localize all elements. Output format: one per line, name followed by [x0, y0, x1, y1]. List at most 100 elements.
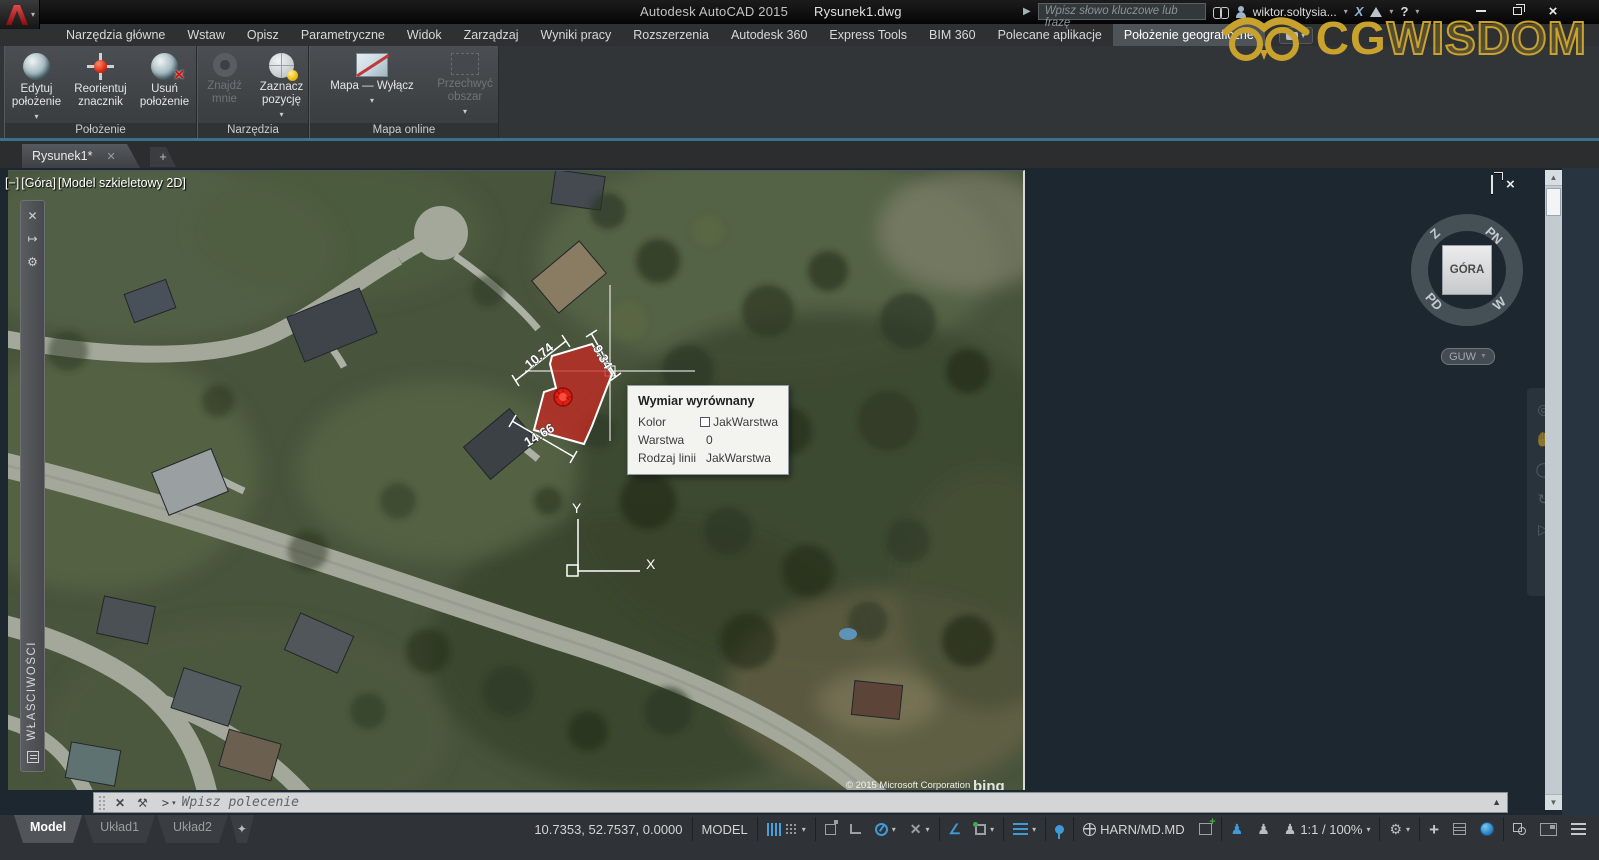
pond: [839, 628, 857, 640]
tab-autodesk-360[interactable]: Autodesk 360: [720, 24, 818, 46]
palette-title: WŁAŚCIWOŚCI: [26, 641, 38, 741]
grid-display-toggle[interactable]: ▾: [760, 818, 813, 840]
exchange-apps-icon[interactable]: X: [1355, 4, 1364, 19]
lineweight-icon: [1013, 823, 1028, 835]
command-line[interactable]: ✕ ⚒ > ▾ Wpisz polecenie ▲: [93, 792, 1508, 813]
tab-polozenie-geograficzne[interactable]: Położenie geograficzne: [1113, 24, 1265, 46]
tab-zarzadzaj[interactable]: Zarządzaj: [453, 24, 530, 46]
isolate-objects-button[interactable]: [1506, 818, 1533, 840]
graphics-performance-toggle[interactable]: [1473, 818, 1501, 840]
vertical-scrollbar[interactable]: ▲ ▼: [1545, 170, 1562, 810]
clean-screen-button[interactable]: [1533, 818, 1564, 840]
mark-position-button[interactable]: Zaznacz pozycję▾: [255, 50, 308, 123]
drawing-tab[interactable]: Rysunek1*✕: [22, 144, 140, 168]
new-layout-button[interactable]: ✦: [230, 815, 254, 843]
application-menu-button[interactable]: ▾: [0, 0, 40, 29]
polar-tracking-toggle[interactable]: ▾: [868, 818, 903, 840]
edit-location-button[interactable]: Edytuj położenie▾: [7, 50, 67, 123]
ortho-toggle[interactable]: [843, 818, 868, 840]
model-space-toggle[interactable]: MODEL: [695, 818, 755, 840]
geographic-location-indicator[interactable]: HARN/MD.MD: [1076, 818, 1192, 840]
viewport-visual-style-control[interactable]: [Model szkieletowy 2D]: [58, 176, 186, 190]
find-me-button[interactable]: Znajdź mnie: [198, 50, 251, 123]
search-input[interactable]: Wpisz słowo kluczowe lub frazę: [1038, 3, 1206, 20]
workspace-switcher[interactable]: ⚙▾: [1382, 818, 1417, 840]
command-line-customize-icon[interactable]: ⚒: [131, 796, 154, 810]
signed-in-user[interactable]: wiktor.soltysia...: [1253, 5, 1337, 19]
annotation-visibility-toggle[interactable]: ♟: [1224, 818, 1251, 840]
tab-wyniki-pracy[interactable]: Wyniki pracy: [530, 24, 623, 46]
reorient-marker-button[interactable]: Reorientuj znacznik: [71, 50, 131, 123]
tab-rozszerzenia[interactable]: Rozszerzenia: [622, 24, 720, 46]
minimize-button[interactable]: [1469, 2, 1493, 20]
drawing-area[interactable]: 10.74 9.34 14.66 Y X © 2015 Microsoft Co…: [0, 168, 1599, 815]
viewcube-top-face[interactable]: GÓRA: [1442, 245, 1492, 295]
quick-properties-toggle[interactable]: [1446, 818, 1473, 840]
scroll-up-icon[interactable]: ▲: [1545, 170, 1562, 186]
palette-close-icon[interactable]: ✕: [27, 209, 37, 223]
grid-dots-icon: [785, 823, 798, 836]
object-snap-tracking-toggle[interactable]: ∠: [942, 818, 969, 840]
transparency-toggle[interactable]: [1048, 818, 1071, 840]
plus-icon: +: [1429, 821, 1439, 838]
tab-narzedzia-glowne[interactable]: Narzędzia główne: [55, 24, 176, 46]
app-manager-icon[interactable]: [1370, 7, 1382, 17]
recent-commands-arrow[interactable]: ▾: [172, 799, 176, 807]
properties-palette-bar[interactable]: ✕ ↦ ⚙ WŁAŚCIWOŚCI: [20, 200, 45, 772]
search-expand-icon[interactable]: ▶: [1023, 6, 1031, 17]
help-menu-arrow[interactable]: ▾: [1415, 7, 1419, 16]
isodraft-toggle[interactable]: ✕▾: [903, 818, 937, 840]
tab-opisz[interactable]: Opisz: [236, 24, 290, 46]
remove-location-button[interactable]: × Usuń położenie: [135, 50, 195, 123]
capture-area-button[interactable]: Przechwyć obszar▾: [435, 50, 495, 123]
annotation-scale-current[interactable]: ♟1:1 / 100%▾: [1277, 818, 1378, 840]
tab-model[interactable]: Model: [14, 815, 82, 843]
command-input[interactable]: Wpisz polecenie: [182, 795, 299, 810]
command-line-grip[interactable]: [98, 795, 106, 810]
color-swatch: [700, 417, 710, 427]
panel-label-polozenie[interactable]: Położenie: [5, 123, 196, 138]
tooltip-row-value: JakWarstwa: [706, 451, 771, 465]
search-icon[interactable]: [1213, 7, 1229, 17]
ucs-selector-button[interactable]: GUW▼: [1441, 348, 1495, 365]
aerial-map[interactable]: 10.74 9.34 14.66 Y X © 2015 Microsoft Co…: [8, 170, 1025, 790]
help-icon[interactable]: ?: [1400, 4, 1408, 19]
snap-mode-toggle[interactable]: [818, 818, 843, 840]
lineweight-toggle[interactable]: ▾: [1006, 818, 1043, 840]
scroll-down-icon[interactable]: ▼: [1545, 794, 1562, 810]
locate-icon: [213, 53, 237, 77]
app-manager-arrow[interactable]: ▾: [1389, 7, 1393, 16]
map-toggle-button[interactable]: Mapa — Wyłącz▾: [313, 50, 431, 123]
viewport-view-control[interactable]: [Góra]: [21, 176, 56, 190]
media-button[interactable]: ▾: [1279, 27, 1313, 44]
user-menu-arrow[interactable]: ▾: [1344, 7, 1348, 16]
close-button[interactable]: ×: [1541, 2, 1565, 20]
new-drawing-tab-button[interactable]: +: [150, 147, 176, 167]
tab-widok[interactable]: Widok: [396, 24, 453, 46]
tab-express-tools[interactable]: Express Tools: [818, 24, 918, 46]
command-line-close-icon[interactable]: ✕: [109, 796, 131, 810]
annotation-monitor-toggle[interactable]: +: [1422, 818, 1446, 840]
object-snap-toggle[interactable]: ▾: [968, 818, 1001, 840]
tab-parametryczne[interactable]: Parametryczne: [290, 24, 396, 46]
palette-settings-icon[interactable]: ⚙: [27, 255, 38, 269]
tab-bim-360[interactable]: BIM 360: [918, 24, 987, 46]
quick-properties-icon: [1453, 823, 1466, 835]
tab-wstaw[interactable]: Wstaw: [176, 24, 236, 46]
annotation-scale-sync[interactable]: [1192, 818, 1219, 840]
panel-label-mapa-online[interactable]: Mapa online: [310, 123, 498, 138]
command-history-arrow[interactable]: ▲: [1492, 797, 1501, 807]
scrollbar-thumb[interactable]: [1546, 188, 1561, 216]
tab-uklad2[interactable]: Układ2: [157, 815, 228, 843]
viewport-restore-button[interactable]: [1491, 176, 1493, 194]
restore-button[interactable]: [1505, 2, 1529, 20]
tab-uklad1[interactable]: Układ1: [84, 815, 155, 843]
viewport-close-button[interactable]: ×: [1506, 176, 1515, 194]
customization-button[interactable]: [1564, 818, 1593, 840]
panel-label-narzedzia[interactable]: Narzędzia: [198, 123, 308, 138]
viewcube[interactable]: Z PN PD W GÓRA: [1405, 208, 1529, 332]
tab-close-icon[interactable]: ✕: [106, 150, 115, 163]
viewport-minimize-control[interactable]: [−]: [5, 176, 19, 190]
palette-autohide-icon[interactable]: ↦: [27, 232, 37, 246]
annotation-autoscale-toggle[interactable]: ♟: [1250, 818, 1277, 840]
